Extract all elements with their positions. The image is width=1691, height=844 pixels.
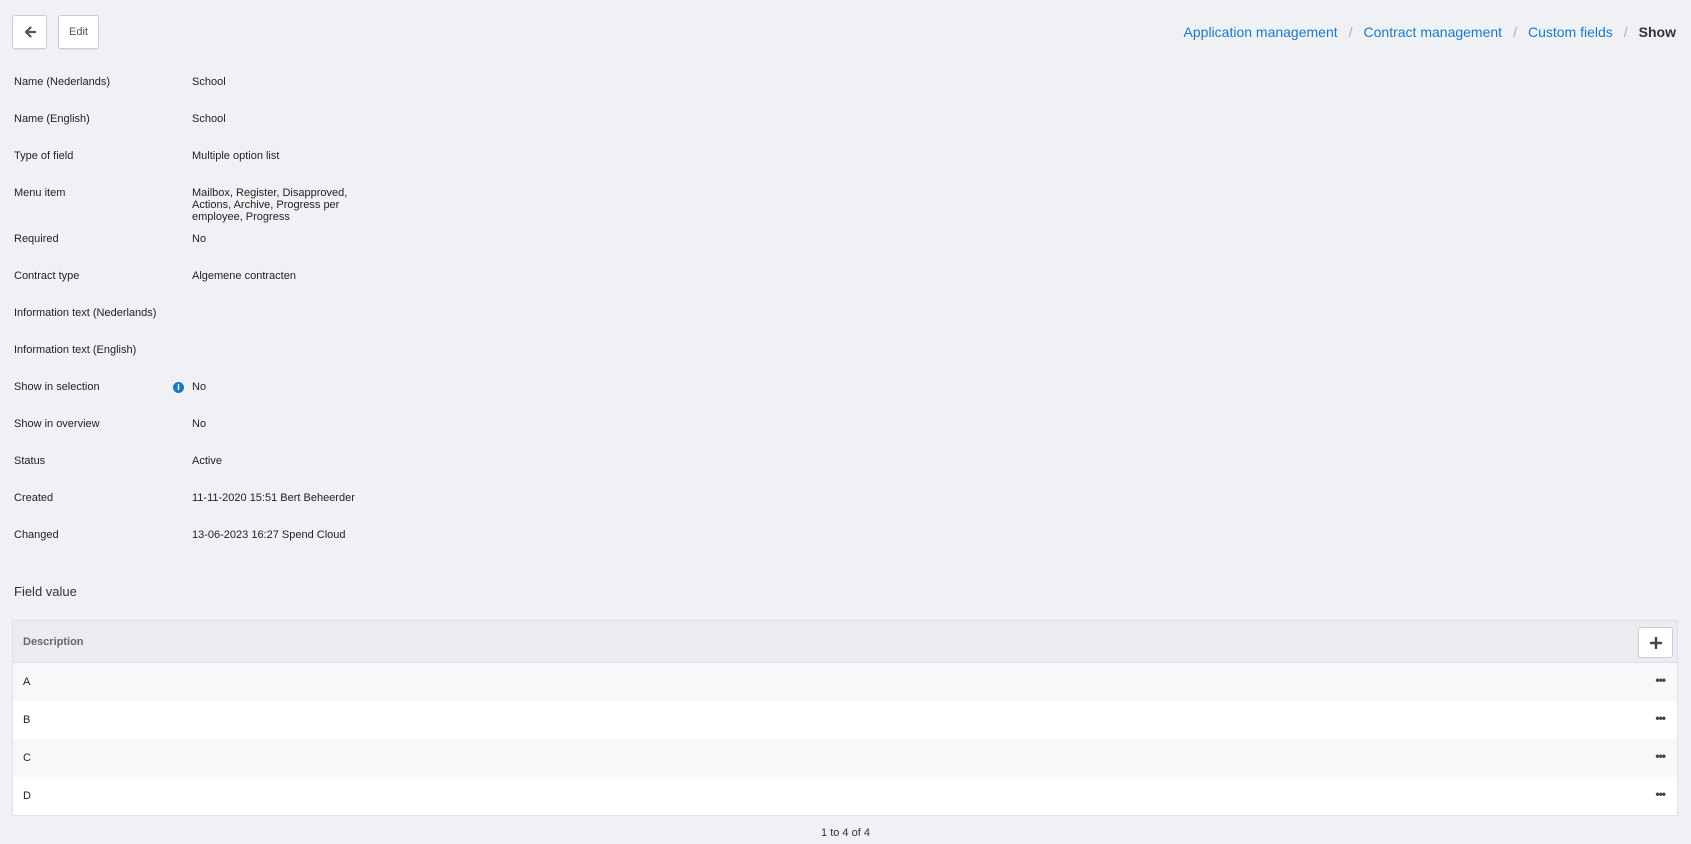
- detail-menu-item: Menu item Mailbox, Register, Disapproved…: [14, 187, 434, 233]
- detail-label: Contract type: [14, 270, 80, 282]
- detail-label: Information text (English): [14, 344, 137, 356]
- detail-show-in-selection: Show in selection i No: [14, 381, 434, 418]
- detail-value: 11-11-2020 15:51 Bert Beheerder: [192, 492, 355, 504]
- row-description: A: [23, 676, 31, 688]
- row-description: D: [23, 790, 31, 802]
- pagination-info: 1 to 4 of 4: [821, 827, 870, 839]
- detail-name-nl: Name (Nederlands) School: [14, 76, 434, 113]
- detail-value: No: [192, 233, 207, 245]
- details-list: Name (Nederlands) School Name (English) …: [14, 76, 434, 566]
- more-options-icon[interactable]: •••: [1655, 788, 1666, 800]
- detail-contract-type: Contract type Algemene contracten: [14, 270, 434, 307]
- detail-name-en: Name (English) School: [14, 113, 434, 150]
- detail-value: School: [192, 76, 226, 88]
- detail-label: Menu item: [14, 187, 66, 199]
- breadcrumb-separator: /: [1348, 24, 1353, 40]
- detail-value: Mailbox, Register, Disapproved, Actions,…: [192, 187, 348, 223]
- detail-label: Type of field: [14, 150, 74, 162]
- breadcrumb: Application management / Contract manage…: [1184, 24, 1676, 40]
- detail-value: 13-06-2023 16:27 Spend Cloud: [192, 529, 346, 541]
- detail-label: Changed: [14, 529, 59, 541]
- table-header: Description: [13, 621, 1677, 663]
- detail-label: Name (Nederlands): [14, 76, 110, 88]
- detail-status: Status Active: [14, 455, 434, 492]
- detail-label-text: Show in selection: [14, 381, 100, 393]
- detail-value: School: [192, 113, 226, 125]
- detail-value: No: [192, 381, 207, 393]
- detail-label: Status: [14, 455, 46, 467]
- detail-label: Show in selection i: [14, 381, 192, 393]
- row-description: B: [23, 714, 31, 726]
- more-options-icon[interactable]: •••: [1655, 674, 1666, 686]
- table-row[interactable]: C •••: [13, 739, 1677, 777]
- detail-value: No: [192, 418, 207, 430]
- toolbar: Edit: [12, 15, 99, 49]
- detail-value: Active: [192, 455, 222, 467]
- detail-value: Multiple option list: [192, 150, 280, 162]
- field-value-table: Description A ••• B ••• C ••• D •••: [12, 620, 1678, 816]
- detail-label: Required: [14, 233, 59, 245]
- plus-icon: [1649, 636, 1662, 649]
- detail-changed: Changed 13-06-2023 16:27 Spend Cloud: [14, 529, 434, 566]
- table-row[interactable]: B •••: [13, 701, 1677, 739]
- row-description: C: [23, 752, 31, 764]
- table-row[interactable]: D •••: [13, 777, 1677, 815]
- breadcrumb-custom-fields[interactable]: Custom fields: [1528, 24, 1613, 40]
- detail-info-text-en: Information text (English): [14, 344, 434, 381]
- detail-label: Created: [14, 492, 54, 504]
- breadcrumb-current: Show: [1638, 24, 1676, 40]
- info-icon[interactable]: i: [173, 382, 184, 393]
- breadcrumb-contract-management[interactable]: Contract management: [1364, 24, 1503, 40]
- detail-value: Algemene contracten: [192, 270, 296, 282]
- back-button[interactable]: [12, 15, 47, 49]
- breadcrumb-application-management[interactable]: Application management: [1184, 24, 1338, 40]
- table-row[interactable]: A •••: [13, 663, 1677, 701]
- detail-created: Created 11-11-2020 15:51 Bert Beheerder: [14, 492, 434, 529]
- column-description[interactable]: Description: [13, 636, 84, 648]
- breadcrumb-separator: /: [1513, 24, 1517, 40]
- field-value-title: Field value: [14, 584, 77, 599]
- more-options-icon[interactable]: •••: [1655, 750, 1666, 762]
- detail-label: Information text (Nederlands): [14, 307, 157, 319]
- arrow-left-icon: [24, 26, 36, 38]
- more-options-icon[interactable]: •••: [1655, 712, 1666, 724]
- breadcrumb-separator: /: [1623, 24, 1628, 40]
- add-value-button[interactable]: [1638, 627, 1673, 658]
- detail-required: Required No: [14, 233, 434, 270]
- detail-type-of-field: Type of field Multiple option list: [14, 150, 434, 187]
- detail-info-text-nl: Information text (Nederlands): [14, 307, 434, 344]
- detail-label: Name (English): [14, 113, 90, 125]
- table-body: A ••• B ••• C ••• D •••: [13, 663, 1677, 815]
- detail-label: Show in overview: [14, 418, 100, 430]
- detail-show-in-overview: Show in overview No: [14, 418, 434, 455]
- edit-button[interactable]: Edit: [58, 15, 99, 49]
